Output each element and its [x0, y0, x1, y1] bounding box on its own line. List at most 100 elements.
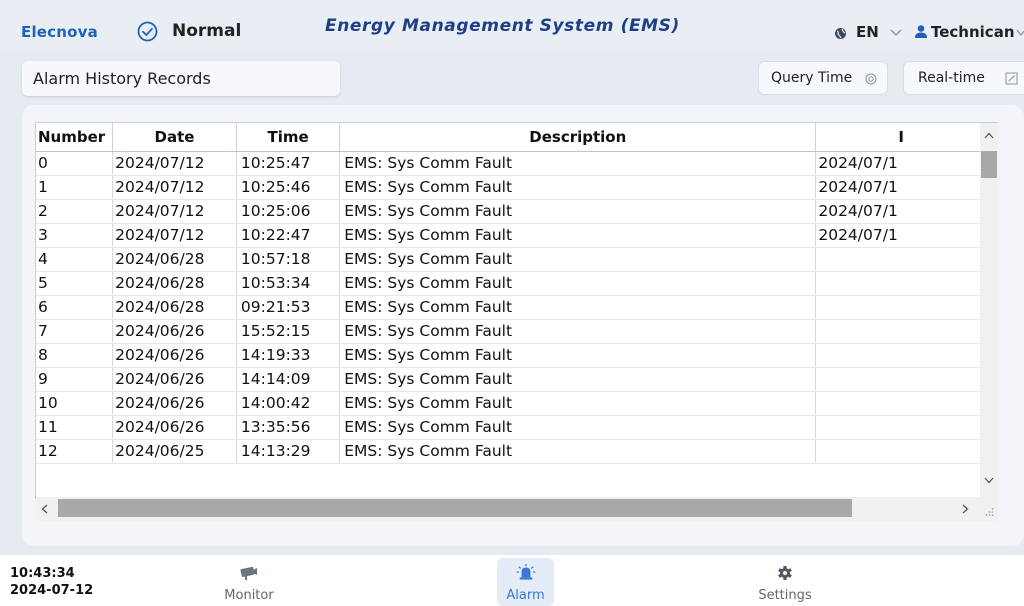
horizontal-scrollbar[interactable]	[36, 497, 998, 521]
cell-description: EMS: Sys Comm Fault	[339, 271, 817, 296]
cell-date: 2024/07/12	[112, 199, 237, 224]
camera-icon	[240, 566, 257, 580]
scroll-down-icon[interactable]	[984, 477, 994, 484]
cell-time: 15:52:15	[236, 319, 341, 344]
nav-monitor[interactable]: Monitor	[214, 555, 284, 606]
cell-number: 7	[36, 319, 114, 344]
cell-description: EMS: Sys Comm Fault	[339, 415, 817, 440]
cell-description: EMS: Sys Comm Fault	[339, 439, 817, 464]
column-header-extra[interactable]: I	[815, 123, 998, 152]
cell-extra	[815, 439, 998, 464]
page-title: Alarm History Records	[33, 69, 211, 88]
table-row[interactable]: 0 2024/07/12 10:25:47 EMS: Sys Comm Fault 20…	[36, 151, 998, 176]
clock-icon	[865, 73, 877, 85]
column-header-date[interactable]: Date	[112, 123, 237, 152]
cell-extra	[815, 295, 998, 320]
footer-bar: 10:43:34 2024-07-12 Monitor Alarm Settin…	[0, 555, 1024, 606]
cell-extra: 2024/07/1	[815, 223, 998, 248]
cell-extra: 2024/07/1	[815, 199, 998, 224]
cell-description: EMS: Sys Comm Fault	[339, 343, 817, 368]
table-row[interactable]: 6 2024/06/28 09:21:53 EMS: Sys Comm Fault	[36, 295, 998, 320]
nav-settings[interactable]: Settings	[750, 555, 820, 606]
chevron-down-icon[interactable]	[1016, 28, 1024, 37]
column-header-number[interactable]: Number	[36, 123, 114, 152]
table-row[interactable]: 5 2024/06/28 10:53:34 EMS: Sys Comm Fault	[36, 271, 998, 296]
cell-extra	[815, 343, 998, 368]
user-icon[interactable]	[914, 24, 928, 39]
cell-time: 10:25:47	[236, 151, 341, 176]
cell-description: EMS: Sys Comm Fault	[339, 295, 817, 320]
cell-number: 12	[36, 439, 114, 464]
column-header-time[interactable]: Time	[236, 123, 341, 152]
horizontal-scroll-thumb[interactable]	[58, 499, 852, 517]
nav-alarm-label: Alarm	[506, 588, 545, 603]
cell-time: 14:00:42	[236, 391, 341, 416]
header-bar: Elecnova Normal Energy Management System…	[0, 0, 1024, 50]
table-row[interactable]: 10 2024/06/26 14:00:42 EMS: Sys Comm Fault	[36, 391, 998, 416]
table-row[interactable]: 11 2024/06/26 13:35:56 EMS: Sys Comm Fault	[36, 415, 998, 440]
cell-time: 14:14:09	[236, 367, 341, 392]
user-menu[interactable]: Technican	[931, 23, 1015, 41]
table-row[interactable]: 12 2024/06/25 14:13:29 EMS: Sys Comm Fault	[36, 439, 998, 464]
system-status: Normal	[172, 21, 242, 41]
cell-description: EMS: Sys Comm Fault	[339, 319, 817, 344]
clock-time: 10:43:34	[10, 566, 75, 581]
cell-description: EMS: Sys Comm Fault	[339, 223, 817, 248]
alarm-history-table[interactable]: Number Date Time Description I 0 2024/07/…	[35, 122, 998, 499]
globe-icon[interactable]	[834, 27, 847, 40]
app-title: Energy Management System (EMS)	[325, 16, 680, 36]
table-row[interactable]: 9 2024/06/26 14:14:09 EMS: Sys Comm Fault	[36, 367, 998, 392]
vertical-scroll-thumb[interactable]	[981, 151, 997, 178]
table-row[interactable]: 1 2024/07/12 10:25:46 EMS: Sys Comm Fault 20…	[36, 175, 998, 200]
cell-date: 2024/06/25	[112, 439, 237, 464]
cell-number: 11	[36, 415, 114, 440]
cell-extra	[815, 271, 998, 296]
cell-number: 0	[36, 151, 114, 176]
cell-number: 5	[36, 271, 114, 296]
cell-date: 2024/07/12	[112, 223, 237, 248]
cell-number: 1	[36, 175, 114, 200]
cell-time: 13:35:56	[236, 415, 341, 440]
cell-time: 14:13:29	[236, 439, 341, 464]
language-selector[interactable]: EN	[856, 23, 879, 41]
column-header-description[interactable]: Description	[339, 123, 817, 152]
table-row[interactable]: 7 2024/06/26 15:52:15 EMS: Sys Comm Fault	[36, 319, 998, 344]
cell-number: 10	[36, 391, 114, 416]
cell-date: 2024/06/26	[112, 319, 237, 344]
resize-grip-icon[interactable]	[985, 507, 994, 516]
chevron-down-icon[interactable]	[890, 28, 902, 37]
brand-logo: Elecnova	[21, 23, 98, 41]
cell-number: 2	[36, 199, 114, 224]
nav-alarm[interactable]: Alarm	[497, 558, 554, 606]
table-row[interactable]: 3 2024/07/12 10:22:47 EMS: Sys Comm Fault 20…	[36, 223, 998, 248]
vertical-scrollbar[interactable]	[980, 123, 998, 497]
cell-description: EMS: Sys Comm Fault	[339, 175, 817, 200]
table-row[interactable]: 8 2024/06/26 14:19:33 EMS: Sys Comm Fault	[36, 343, 998, 368]
cell-time: 10:57:18	[236, 247, 341, 272]
scroll-right-icon[interactable]	[962, 504, 969, 514]
cell-time: 09:21:53	[236, 295, 341, 320]
scroll-up-icon[interactable]	[984, 132, 994, 139]
cell-time: 10:25:06	[236, 199, 341, 224]
table-header-row: Number Date Time Description I	[36, 123, 998, 152]
cell-number: 4	[36, 247, 114, 272]
table-row[interactable]: 2 2024/07/12 10:25:06 EMS: Sys Comm Fault 20…	[36, 199, 998, 224]
clock-date: 2024-07-12	[10, 583, 94, 598]
page-title-box: Alarm History Records	[22, 61, 340, 96]
nav-monitor-label: Monitor	[224, 588, 274, 603]
cell-time: 10:53:34	[236, 271, 341, 296]
query-time-button[interactable]: Query Time	[758, 61, 888, 95]
cell-description: EMS: Sys Comm Fault	[339, 367, 817, 392]
cell-date: 2024/06/26	[112, 367, 237, 392]
table-row[interactable]: 4 2024/06/28 10:57:18 EMS: Sys Comm Fault	[36, 247, 998, 272]
cell-description: EMS: Sys Comm Fault	[339, 199, 817, 224]
alarm-siren-icon	[516, 564, 535, 580]
cell-description: EMS: Sys Comm Fault	[339, 391, 817, 416]
scroll-left-icon[interactable]	[41, 504, 48, 514]
cell-time: 10:22:47	[236, 223, 341, 248]
realtime-button[interactable]: Real-time	[903, 61, 1024, 95]
cell-extra	[815, 367, 998, 392]
cell-date: 2024/06/28	[112, 295, 237, 320]
cell-extra	[815, 391, 998, 416]
cell-time: 14:19:33	[236, 343, 341, 368]
